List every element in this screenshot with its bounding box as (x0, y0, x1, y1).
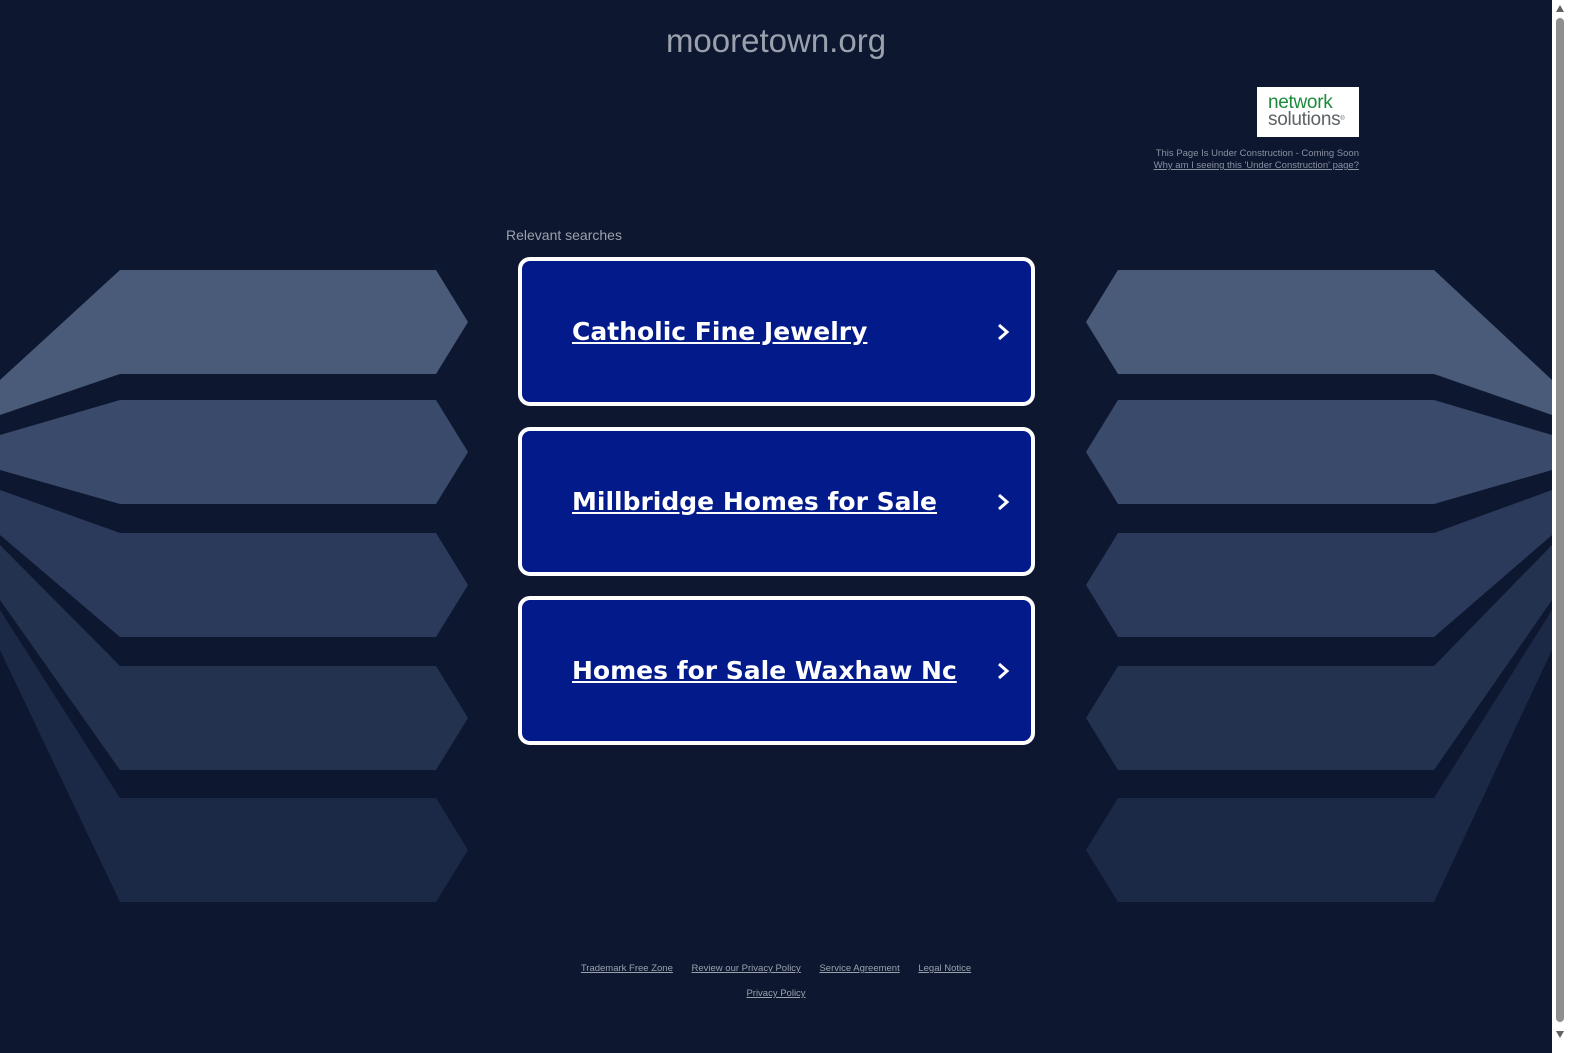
logo-line-2: solutions® (1268, 109, 1345, 130)
chevron-right-icon (998, 662, 1010, 680)
construction-notice: This Page Is Under Construction - Coming… (1154, 148, 1359, 172)
search-result-label: Catholic Fine Jewelry (572, 317, 868, 346)
relevant-searches-heading: Relevant searches (506, 227, 622, 243)
page: mooretown.org network solutions® This Pa… (0, 0, 1568, 1053)
search-result-link[interactable]: Millbridge Homes for Sale (518, 427, 1035, 576)
search-result-label: Homes for Sale Waxhaw Nc (572, 656, 957, 685)
scroll-up-arrow-icon[interactable] (1555, 4, 1565, 14)
review-privacy-policy-link[interactable]: Review our Privacy Policy (692, 963, 801, 974)
why-construction-link[interactable]: Why am I seeing this 'Under Construction… (1154, 160, 1359, 171)
search-result-label: Millbridge Homes for Sale (572, 487, 938, 516)
vertical-scrollbar[interactable] (1552, 0, 1568, 1053)
window-edge (1568, 0, 1584, 1053)
footer-privacy: Privacy Policy (0, 988, 1552, 999)
service-agreement-link[interactable]: Service Agreement (819, 963, 899, 974)
privacy-policy-link[interactable]: Privacy Policy (746, 988, 805, 999)
search-result-link[interactable]: Catholic Fine Jewelry (518, 257, 1035, 406)
legal-notice-link[interactable]: Legal Notice (918, 963, 971, 974)
scrollbar-thumb[interactable] (1556, 18, 1564, 1022)
footer-links: Trademark Free Zone Review our Privacy P… (0, 963, 1552, 974)
construction-status: This Page Is Under Construction - Coming… (1155, 148, 1359, 159)
chevron-right-icon (998, 493, 1010, 511)
domain-title: mooretown.org (665, 22, 887, 59)
network-solutions-logo[interactable]: network solutions® (1257, 87, 1359, 137)
scroll-down-arrow-icon[interactable] (1555, 1029, 1565, 1039)
search-result-link[interactable]: Homes for Sale Waxhaw Nc (518, 596, 1035, 745)
chevron-right-icon (998, 323, 1010, 341)
trademark-free-zone-link[interactable]: Trademark Free Zone (581, 963, 673, 974)
